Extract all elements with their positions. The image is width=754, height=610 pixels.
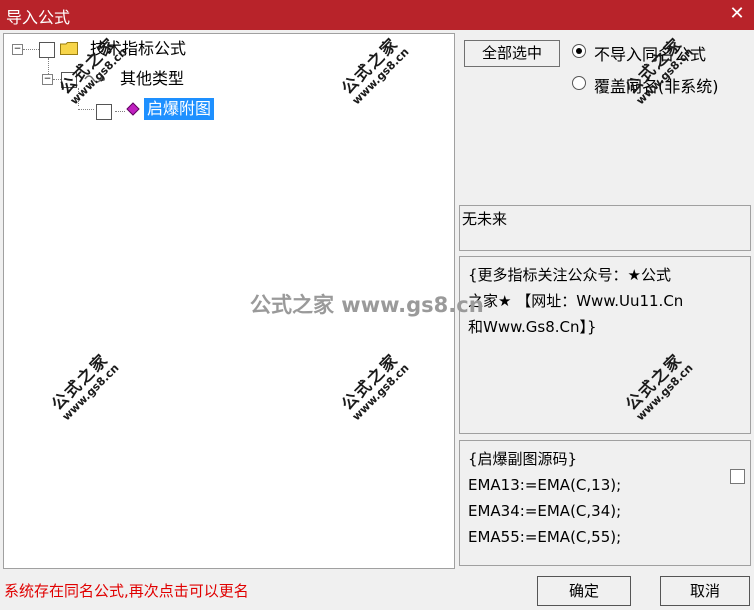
folder-icon: [60, 42, 78, 55]
radio-overwrite-same-name[interactable]: [572, 76, 586, 90]
watermark-center: 公式之家 www.gs8.cn: [250, 293, 484, 317]
expand-collapse-icon[interactable]: −: [42, 74, 53, 85]
source-checkbox[interactable]: [730, 469, 745, 484]
source-line-2: EMA13:=EMA(C,13);: [468, 476, 622, 494]
tree-connector: [78, 109, 94, 110]
close-icon[interactable]: ✕: [726, 3, 748, 25]
author-text: 无未来: [462, 210, 508, 228]
cancel-button[interactable]: 取消: [660, 576, 750, 606]
tree-node-leaf-label[interactable]: 启爆附图: [144, 98, 215, 120]
select-all-button[interactable]: 全部选中: [464, 40, 560, 67]
ok-button[interactable]: 确定: [537, 576, 631, 606]
description-line-1: {更多指标关注公众号：★公式: [468, 266, 671, 284]
tree-checkbox-root[interactable]: [39, 42, 55, 58]
tree-node-child-label: 其他类型: [120, 69, 185, 88]
source-line-1: {启爆副图源码}: [468, 450, 578, 468]
tree-checkbox-leaf[interactable]: [96, 104, 112, 120]
tree-connector: [23, 49, 39, 50]
tree-connector: [115, 111, 125, 112]
description-panel[interactable]: {更多指标关注公众号：★公式 之家★ 【网址：Www.Uu11.Cn 和Www.…: [459, 256, 751, 434]
title-bar: 导入公式 ✕: [0, 0, 754, 30]
expand-collapse-icon[interactable]: −: [12, 44, 23, 55]
description-line-2: 之家★ 【网址：Www.Uu11.Cn: [468, 292, 684, 310]
radio-skip-same-name[interactable]: [572, 44, 586, 58]
source-line-3: EMA34:=EMA(C,34);: [468, 502, 622, 520]
status-message: 系统存在同名公式,再次点击可以更名: [4, 582, 249, 600]
description-line-3: 和Www.Gs8.Cn】}: [468, 318, 597, 336]
formula-gem-icon: [126, 102, 140, 116]
window-title: 导入公式: [6, 8, 71, 27]
source-code-panel[interactable]: {启爆副图源码} EMA13:=EMA(C,13); EMA34:=EMA(C,…: [459, 440, 751, 566]
source-line-4: EMA55:=EMA(C,55);: [468, 528, 622, 546]
author-panel: 无未来: [459, 205, 751, 251]
